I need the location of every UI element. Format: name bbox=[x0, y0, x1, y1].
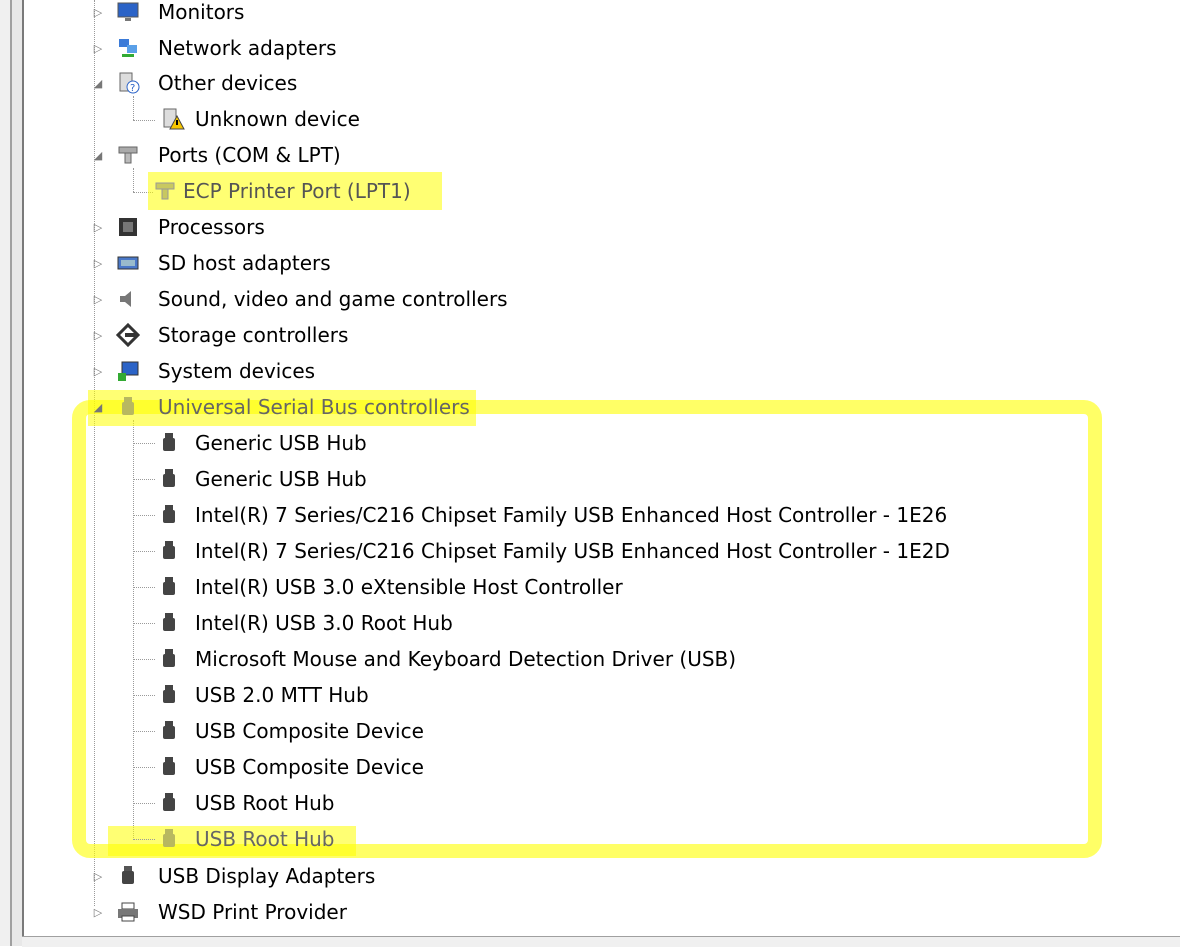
collapse-arrow-icon[interactable]: ◢ bbox=[92, 401, 104, 414]
tree-node-sd-host-adapters[interactable]: ▷ SD host adapters bbox=[92, 245, 333, 281]
tree-node-label: USB Root Hub bbox=[195, 827, 335, 851]
tree-node-usb-child[interactable]: Intel(R) 7 Series/C216 Chipset Family US… bbox=[131, 533, 952, 569]
tree-node-usb-child[interactable]: USB Composite Device bbox=[131, 749, 426, 785]
tree-node-label: Universal Serial Bus controllers bbox=[158, 395, 470, 419]
expand-arrow-icon[interactable]: ▷ bbox=[92, 221, 104, 234]
expand-arrow-icon[interactable]: ▷ bbox=[92, 870, 104, 883]
usb-plug-icon bbox=[157, 539, 181, 563]
tree-node-usb-child[interactable]: Generic USB Hub bbox=[131, 461, 369, 497]
tree-node-label: Generic USB Hub bbox=[195, 431, 367, 455]
usb-plug-icon bbox=[157, 683, 181, 707]
tree-node-label: SD host adapters bbox=[158, 251, 331, 275]
tree-node-label: USB Composite Device bbox=[195, 719, 424, 743]
expand-arrow-icon[interactable]: ▷ bbox=[92, 42, 104, 55]
tree-node-other-devices[interactable]: ◢ ? Other devices bbox=[92, 65, 299, 101]
usb-plug-icon bbox=[157, 431, 181, 455]
tree-node-usb-display-adapters[interactable]: ▷ USB Display Adapters bbox=[92, 858, 377, 894]
tree-node-label: Monitors bbox=[158, 0, 245, 24]
tree-node-system-devices[interactable]: ▷ System devices bbox=[92, 353, 317, 389]
expand-arrow-icon[interactable]: ▷ bbox=[92, 6, 104, 19]
unknown-device-icon: ? bbox=[116, 71, 140, 95]
tree-node-label: USB 2.0 MTT Hub bbox=[195, 683, 369, 707]
tree-node-wsd-print-provider[interactable]: ▷ WSD Print Provider bbox=[92, 894, 349, 930]
tree-node-monitors[interactable]: ▷ Monitors bbox=[92, 0, 246, 30]
system-device-icon bbox=[116, 359, 140, 383]
processor-icon bbox=[116, 215, 140, 239]
port-icon bbox=[153, 179, 177, 203]
usb-plug-icon bbox=[157, 647, 181, 671]
tree-node-usb-child[interactable]: USB Root Hub bbox=[131, 821, 337, 857]
usb-plug-icon bbox=[157, 503, 181, 527]
tree-node-usb-child[interactable]: USB Composite Device bbox=[131, 713, 426, 749]
tree-node-label: Microsoft Mouse and Keyboard Detection D… bbox=[195, 647, 737, 671]
tree-node-usb-child[interactable]: Intel(R) 7 Series/C216 Chipset Family US… bbox=[131, 497, 949, 533]
tree-node-usb-child[interactable]: Generic USB Hub bbox=[131, 425, 369, 461]
tree-node-ecp-printer-port[interactable]: ECP Printer Port (LPT1) bbox=[131, 173, 413, 209]
tree-node-usb-controllers[interactable]: ◢ Universal Serial Bus controllers bbox=[92, 389, 472, 425]
tree-node-label: WSD Print Provider bbox=[158, 900, 347, 924]
expand-arrow-icon[interactable]: ▷ bbox=[92, 906, 104, 919]
tree-node-label: Network adapters bbox=[158, 36, 337, 60]
tree-node-usb-child[interactable]: Microsoft Mouse and Keyboard Detection D… bbox=[131, 641, 738, 677]
usb-plug-icon bbox=[157, 719, 181, 743]
tree-node-label: Sound, video and game controllers bbox=[158, 287, 508, 311]
tree-node-unknown-device[interactable]: Unknown device bbox=[131, 101, 362, 137]
tree-node-label: Unknown device bbox=[195, 107, 360, 131]
port-icon bbox=[116, 143, 140, 167]
tree-node-processors[interactable]: ▷ Processors bbox=[92, 209, 267, 245]
tree-node-label: USB Composite Device bbox=[195, 755, 424, 779]
tree-node-label: Intel(R) 7 Series/C216 Chipset Family US… bbox=[195, 539, 950, 563]
tree-node-label: USB Display Adapters bbox=[158, 864, 376, 888]
usb-plug-icon bbox=[157, 791, 181, 815]
usb-plug-icon bbox=[157, 755, 181, 779]
usb-plug-icon bbox=[157, 611, 181, 635]
tree-node-label: ECP Printer Port (LPT1) bbox=[183, 179, 411, 203]
tree-node-label: Processors bbox=[158, 215, 265, 239]
usb-plug-icon bbox=[157, 827, 181, 851]
tree-node-label: USB Root Hub bbox=[195, 791, 335, 815]
warning-device-icon bbox=[161, 107, 185, 131]
tree-node-label: System devices bbox=[158, 359, 316, 383]
tree-node-label: Other devices bbox=[158, 71, 298, 95]
tree-node-sound[interactable]: ▷ Sound, video and game controllers bbox=[92, 281, 510, 317]
window-frame-left bbox=[0, 0, 10, 946]
usb-plug-icon bbox=[116, 395, 140, 419]
printer-icon bbox=[116, 900, 140, 924]
expand-arrow-icon[interactable]: ▷ bbox=[92, 329, 104, 342]
collapse-arrow-icon[interactable]: ◢ bbox=[92, 77, 104, 90]
expand-arrow-icon[interactable]: ▷ bbox=[92, 257, 104, 270]
tree-node-usb-child[interactable]: USB Root Hub bbox=[131, 785, 337, 821]
tree-node-usb-child[interactable]: USB 2.0 MTT Hub bbox=[131, 677, 371, 713]
usb-plug-icon bbox=[157, 575, 181, 599]
monitor-icon bbox=[116, 0, 140, 24]
window-frame-bottom bbox=[22, 936, 1180, 947]
svg-text:?: ? bbox=[130, 83, 135, 94]
collapse-arrow-icon[interactable]: ◢ bbox=[92, 149, 104, 162]
tree-node-label: Storage controllers bbox=[158, 323, 349, 347]
tree-node-label: Intel(R) USB 3.0 eXtensible Host Control… bbox=[195, 575, 623, 599]
expand-arrow-icon[interactable]: ▷ bbox=[92, 293, 104, 306]
tree-node-label: Generic USB Hub bbox=[195, 467, 367, 491]
tree-node-network-adapters[interactable]: ▷ Network adapters bbox=[92, 30, 339, 66]
sd-adapter-icon bbox=[116, 251, 140, 275]
expand-arrow-icon[interactable]: ▷ bbox=[92, 365, 104, 378]
usb-plug-icon bbox=[116, 864, 140, 888]
storage-icon bbox=[115, 322, 141, 348]
speaker-icon bbox=[116, 287, 140, 311]
window-frame-edge bbox=[10, 0, 12, 946]
tree-node-label: Intel(R) USB 3.0 Root Hub bbox=[195, 611, 453, 635]
tree-node-usb-child[interactable]: Intel(R) USB 3.0 eXtensible Host Control… bbox=[131, 569, 625, 605]
usb-plug-icon bbox=[157, 467, 181, 491]
tree-node-usb-child[interactable]: Intel(R) USB 3.0 Root Hub bbox=[131, 605, 455, 641]
tree-node-storage[interactable]: ▷ Storage controllers bbox=[92, 317, 350, 353]
tree-node-label: Ports (COM & LPT) bbox=[158, 143, 341, 167]
window-frame-fill bbox=[12, 0, 22, 946]
network-adapter-icon bbox=[116, 36, 140, 60]
window-frame-edge-inner bbox=[22, 0, 24, 946]
tree-node-label: Intel(R) 7 Series/C216 Chipset Family US… bbox=[195, 503, 948, 527]
tree-node-ports[interactable]: ◢ Ports (COM & LPT) bbox=[92, 137, 343, 173]
